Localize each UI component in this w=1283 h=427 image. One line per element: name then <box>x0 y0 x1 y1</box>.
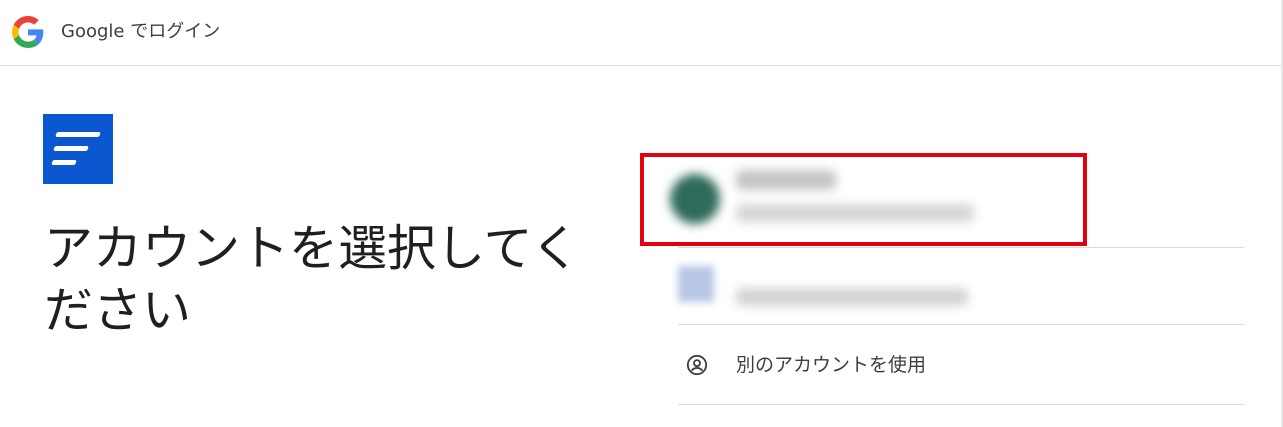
app-logo-icon <box>43 114 113 184</box>
use-another-account-button[interactable]: 別のアカウントを使用 <box>678 325 1244 405</box>
use-another-account-label: 別のアカウントを使用 <box>736 354 927 376</box>
account-email-redacted <box>736 288 968 306</box>
person-circle-icon <box>686 354 708 376</box>
google-g-icon <box>12 16 44 48</box>
page-title: アカウントを選択してください <box>44 220 581 339</box>
avatar <box>678 266 714 302</box>
account-name-redacted <box>736 170 836 190</box>
account-row[interactable] <box>678 248 1244 325</box>
header-bar: Google でログイン <box>0 0 1283 66</box>
header-title: Google でログイン <box>61 21 221 42</box>
account-row[interactable] <box>670 160 1244 248</box>
account-email-redacted <box>736 204 974 222</box>
login-page: Google でログイン アカウントを選択してください 別のアカウントを使用 <box>0 0 1283 427</box>
avatar <box>670 174 720 224</box>
